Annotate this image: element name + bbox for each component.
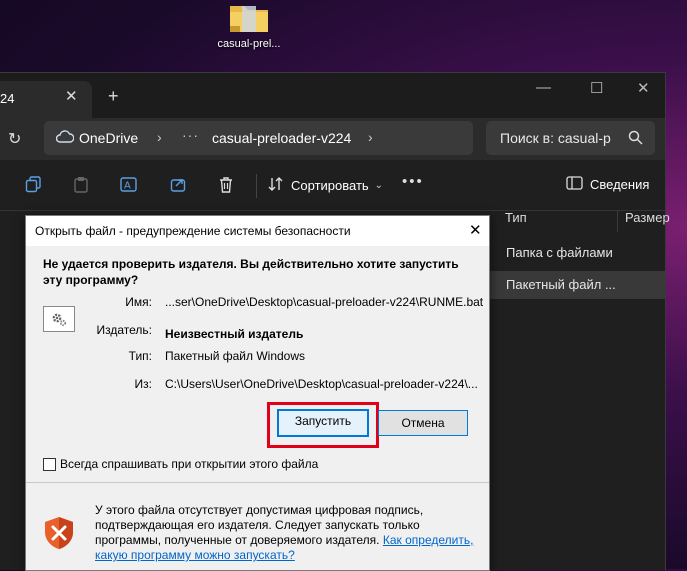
column-divider[interactable] (617, 210, 618, 232)
cancel-button[interactable]: Отмена (378, 410, 468, 436)
breadcrumb-onedrive[interactable]: OneDrive (79, 130, 138, 146)
dialog-heading: Не удается проверить издателя. Вы действ… (43, 257, 459, 287)
breadcrumb-ellipsis[interactable]: ··· (182, 127, 199, 143)
warning-message: У этого файла отсутствует допустимая циф… (95, 503, 475, 563)
search-icon (628, 130, 643, 150)
dialog-close-icon[interactable]: ✕ (469, 221, 482, 239)
sort-icon (267, 176, 285, 195)
name-label: Имя: (125, 295, 152, 309)
type-label: Тип: (128, 349, 152, 363)
shield-warning-icon (43, 516, 75, 555)
command-bar: A Сортировать ⌄ ••• Сведения (0, 160, 665, 211)
always-ask-label: Всегда спрашивать при открытии этого фай… (60, 457, 319, 471)
run-button[interactable]: Запустить (277, 409, 369, 437)
sort-button[interactable]: Сортировать ⌄ (267, 176, 383, 195)
sort-label: Сортировать (291, 178, 369, 193)
dialog-titlebar: Открыть файл - предупреждение системы бе… (26, 216, 489, 246)
dialog-divider (26, 482, 489, 483)
type-value: Пакетный файл Windows (165, 349, 306, 363)
explorer-titlebar: 24 ✕ + — ☐ ✕ (0, 73, 665, 118)
tab-title: 24 (0, 91, 15, 106)
warning-text: У этого файла отсутствует допустимая циф… (95, 503, 424, 547)
search-input[interactable]: Поиск в: casual-p (486, 121, 655, 155)
minimize-icon[interactable]: — (536, 79, 551, 96)
address-row: ↻ OneDrive › ··· casual-preloader-v224 ›… (0, 118, 665, 160)
new-tab-icon[interactable]: + (108, 86, 119, 107)
row-type-cell[interactable]: Папка с файлами (506, 245, 613, 260)
rename-icon[interactable]: A (120, 176, 138, 198)
publisher-value: Неизвестный издатель (165, 327, 304, 341)
column-header-type[interactable]: Тип (505, 210, 527, 232)
tab-close-icon[interactable]: ✕ (65, 87, 78, 105)
batch-file-gear-icon (43, 306, 75, 332)
always-ask-checkbox[interactable] (43, 457, 56, 471)
more-options-icon[interactable]: ••• (402, 173, 424, 190)
details-pane-button[interactable]: Сведения (566, 176, 649, 193)
chevron-down-icon: ⌄ (374, 180, 384, 191)
from-label: Из: (134, 377, 152, 391)
always-ask-checkbox-row[interactable]: Всегда спрашивать при открытии этого фай… (43, 457, 318, 471)
address-bar[interactable]: OneDrive › ··· casual-preloader-v224 › (44, 121, 473, 155)
paste-icon[interactable] (73, 176, 90, 198)
desktop-icon-label: casual-prel... (217, 38, 281, 50)
zip-folder-icon (228, 0, 270, 34)
breadcrumb-folder[interactable]: casual-preloader-v224 (212, 130, 351, 146)
column-header-size[interactable]: Размер (625, 210, 670, 232)
delete-icon[interactable] (218, 176, 234, 198)
chevron-right-icon[interactable]: › (368, 129, 373, 145)
search-placeholder: Поиск в: casual-p (500, 130, 611, 146)
chevron-right-icon[interactable]: › (157, 129, 162, 145)
name-value: ...ser\OneDrive\Desktop\casual-preloader… (165, 295, 484, 309)
maximize-icon[interactable]: ☐ (590, 79, 603, 97)
copy-icon[interactable] (25, 176, 42, 198)
explorer-tab[interactable]: 24 ✕ (0, 81, 92, 118)
security-warning-dialog: Открыть файл - предупреждение системы бе… (25, 215, 490, 571)
from-value: C:\Users\User\OneDrive\Desktop\casual-pr… (165, 377, 478, 391)
dialog-title: Открыть файл - предупреждение системы бе… (35, 224, 351, 238)
details-pane-icon (566, 176, 583, 193)
row-type-cell[interactable]: Пакетный файл ... (506, 277, 616, 292)
desktop-icon-casual-preloader[interactable]: casual-prel... (214, 0, 284, 50)
cloud-icon (55, 130, 75, 149)
close-window-icon[interactable]: ✕ (637, 79, 650, 97)
refresh-icon[interactable]: ↻ (8, 129, 21, 149)
toolbar-separator (256, 174, 257, 198)
svg-text:A: A (124, 181, 131, 192)
publisher-label: Издатель: (96, 323, 153, 337)
share-icon[interactable] (170, 176, 187, 198)
details-label: Сведения (590, 177, 650, 192)
